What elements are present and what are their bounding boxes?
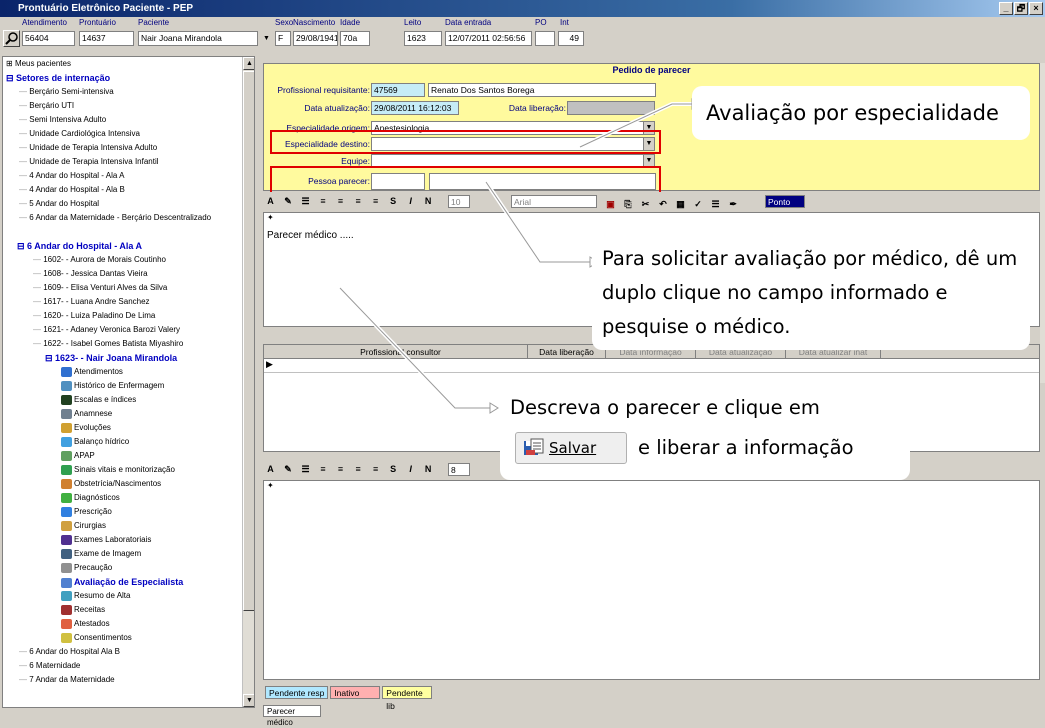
callout-especialidade: Avaliação por especialidade	[692, 86, 1030, 140]
salvar-button[interactable]: Salvar	[515, 432, 627, 464]
callout-medico: Para solicitar avaliação por médico, dê …	[592, 240, 1030, 350]
salvar-label: Salvar	[549, 439, 597, 457]
save-icon	[523, 438, 545, 468]
callout-liberar-text: e liberar a informação	[638, 436, 854, 459]
callout-salvar: Descreva o parecer e clique em Salvar e …	[500, 388, 910, 480]
callout-salvar-text: Descreva o parecer e clique em	[510, 396, 820, 419]
